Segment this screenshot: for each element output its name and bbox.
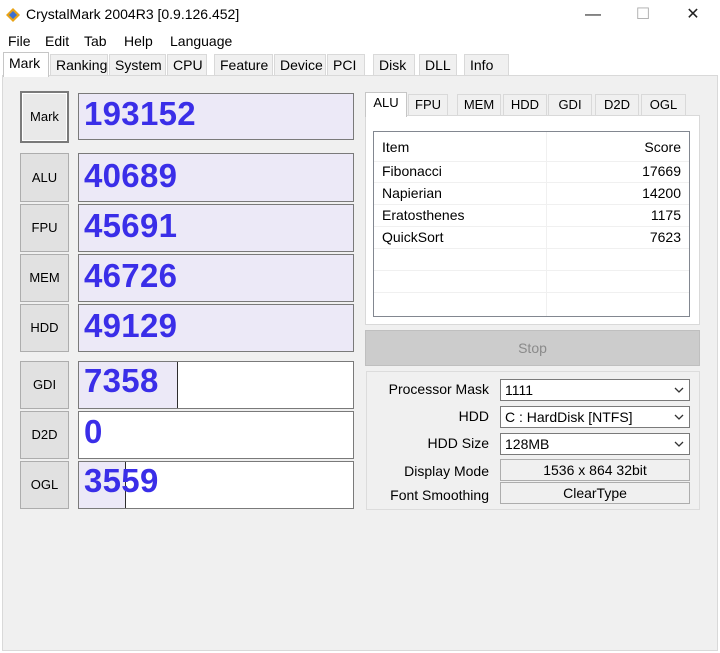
mark-button[interactable]: Mark — [20, 91, 69, 143]
window-title: CrystalMark 2004R3 [0.9.126.452] — [26, 6, 240, 22]
gdi-score-value: 7358 — [84, 362, 159, 399]
row-divider — [374, 270, 689, 271]
tab-pci[interactable]: PCI — [327, 54, 365, 76]
row-divider — [374, 226, 689, 227]
fpu-score-box: 45691 — [78, 204, 354, 252]
table-cell-score: 7623 — [649, 229, 681, 245]
hdd-size-label: HDD Size — [427, 435, 489, 451]
mem-score-box: 46726 — [78, 254, 354, 302]
table-cell-score: 14200 — [642, 185, 681, 201]
ogl-score-box: 3559 — [78, 461, 354, 509]
hdd-label: HDD — [458, 408, 489, 424]
subtab-hdd[interactable]: HDD — [503, 94, 547, 116]
tab-dll[interactable]: DLL — [419, 54, 457, 76]
font-smoothing-label: Font Smoothing — [390, 487, 489, 503]
menu-edit[interactable]: Edit — [45, 31, 69, 51]
processor-mask-label: Processor Mask — [388, 381, 489, 397]
subtab-alu[interactable]: ALU — [365, 92, 407, 117]
menu-help[interactable]: Help — [124, 31, 153, 51]
table-cell-score: 17669 — [642, 163, 681, 179]
tab-disk[interactable]: Disk — [373, 54, 415, 76]
table-cell-item: Napierian — [382, 185, 442, 201]
row-divider — [374, 292, 689, 293]
ogl-button[interactable]: OGL — [20, 461, 69, 509]
subtab-fpu[interactable]: FPU — [408, 94, 448, 116]
row-divider — [374, 182, 689, 183]
fpu-button[interactable]: FPU — [20, 204, 69, 252]
title-bar: CrystalMark 2004R3 [0.9.126.452] — ☐ ✕ — [0, 0, 720, 30]
hdd-size-value: 128MB — [505, 436, 550, 452]
alu-results-list[interactable]: Item Score Fibonacci 17669 Napierian 142… — [373, 131, 690, 317]
mark-score-box: 193152 — [78, 93, 354, 140]
row-divider — [374, 204, 689, 205]
ogl-score-value: 3559 — [84, 462, 159, 499]
table-cell-item: QuickSort — [382, 229, 444, 245]
subtab-d2d[interactable]: D2D — [595, 94, 639, 116]
fpu-score-value: 45691 — [84, 207, 178, 244]
d2d-score-value: 0 — [84, 413, 103, 450]
table-cell-item: Eratosthenes — [382, 207, 465, 223]
tab-device[interactable]: Device — [274, 54, 326, 76]
minimize-button[interactable]: — — [570, 0, 616, 30]
tab-ranking[interactable]: Ranking — [50, 54, 108, 76]
main-tab-strip: Mark Ranking System CPU Feature Device P… — [0, 52, 720, 77]
chevron-down-icon — [674, 441, 684, 447]
alu-button[interactable]: ALU — [20, 153, 69, 202]
menu-file[interactable]: File — [8, 31, 31, 51]
table-cell-item: Fibonacci — [382, 163, 442, 179]
hdd-button[interactable]: HDD — [20, 304, 69, 352]
hdd-value: C : HardDisk [NTFS] — [505, 409, 633, 425]
table-cell-score: 1175 — [650, 207, 681, 223]
column-header-item[interactable]: Item — [382, 139, 409, 155]
display-mode-value: 1536 x 864 32bit — [500, 459, 690, 481]
mark-score-value: 193152 — [84, 95, 196, 132]
tab-cpu[interactable]: CPU — [167, 54, 207, 76]
mem-button[interactable]: MEM — [20, 254, 69, 302]
tab-feature[interactable]: Feature — [214, 54, 273, 76]
hdd-score-value: 49129 — [84, 307, 178, 344]
hdd-select[interactable]: C : HardDisk [NTFS] — [500, 406, 690, 428]
menu-tab[interactable]: Tab — [84, 31, 107, 51]
menu-bar: File Edit Tab Help Language — [0, 30, 720, 52]
tab-info[interactable]: Info — [464, 54, 509, 76]
subtab-mem[interactable]: MEM — [457, 94, 501, 116]
gdi-score-box: 7358 — [78, 361, 354, 409]
display-mode-label: Display Mode — [404, 463, 489, 479]
chevron-down-icon — [674, 414, 684, 420]
d2d-score-box: 0 — [78, 411, 354, 459]
subtab-ogl[interactable]: OGL — [641, 94, 686, 116]
mem-score-value: 46726 — [84, 257, 178, 294]
column-header-score[interactable]: Score — [644, 139, 681, 155]
d2d-button[interactable]: D2D — [20, 411, 69, 459]
stop-button[interactable]: Stop — [365, 330, 700, 366]
maximize-button[interactable]: ☐ — [620, 0, 666, 30]
chevron-down-icon — [674, 387, 684, 393]
column-divider — [546, 132, 547, 316]
menu-language[interactable]: Language — [170, 31, 232, 51]
close-button[interactable]: ✕ — [670, 0, 716, 30]
app-icon — [6, 8, 20, 22]
row-divider — [374, 248, 689, 249]
hdd-size-select[interactable]: 128MB — [500, 433, 690, 455]
font-smoothing-value: ClearType — [500, 482, 690, 504]
processor-mask-select[interactable]: 1111 — [500, 379, 690, 401]
gdi-button[interactable]: GDI — [20, 361, 69, 409]
processor-mask-value: 1111 — [505, 382, 534, 398]
header-divider — [374, 161, 689, 162]
alu-score-value: 40689 — [84, 157, 178, 194]
alu-score-box: 40689 — [78, 153, 354, 202]
tab-system[interactable]: System — [109, 54, 166, 76]
tab-mark[interactable]: Mark — [3, 52, 49, 77]
hdd-score-box: 49129 — [78, 304, 354, 352]
result-tab-strip: ALU FPU MEM HDD GDI D2D OGL — [365, 92, 701, 117]
settings-panel: Processor Mask 1111 HDD C : HardDisk [NT… — [366, 371, 700, 510]
subtab-gdi[interactable]: GDI — [548, 94, 592, 116]
